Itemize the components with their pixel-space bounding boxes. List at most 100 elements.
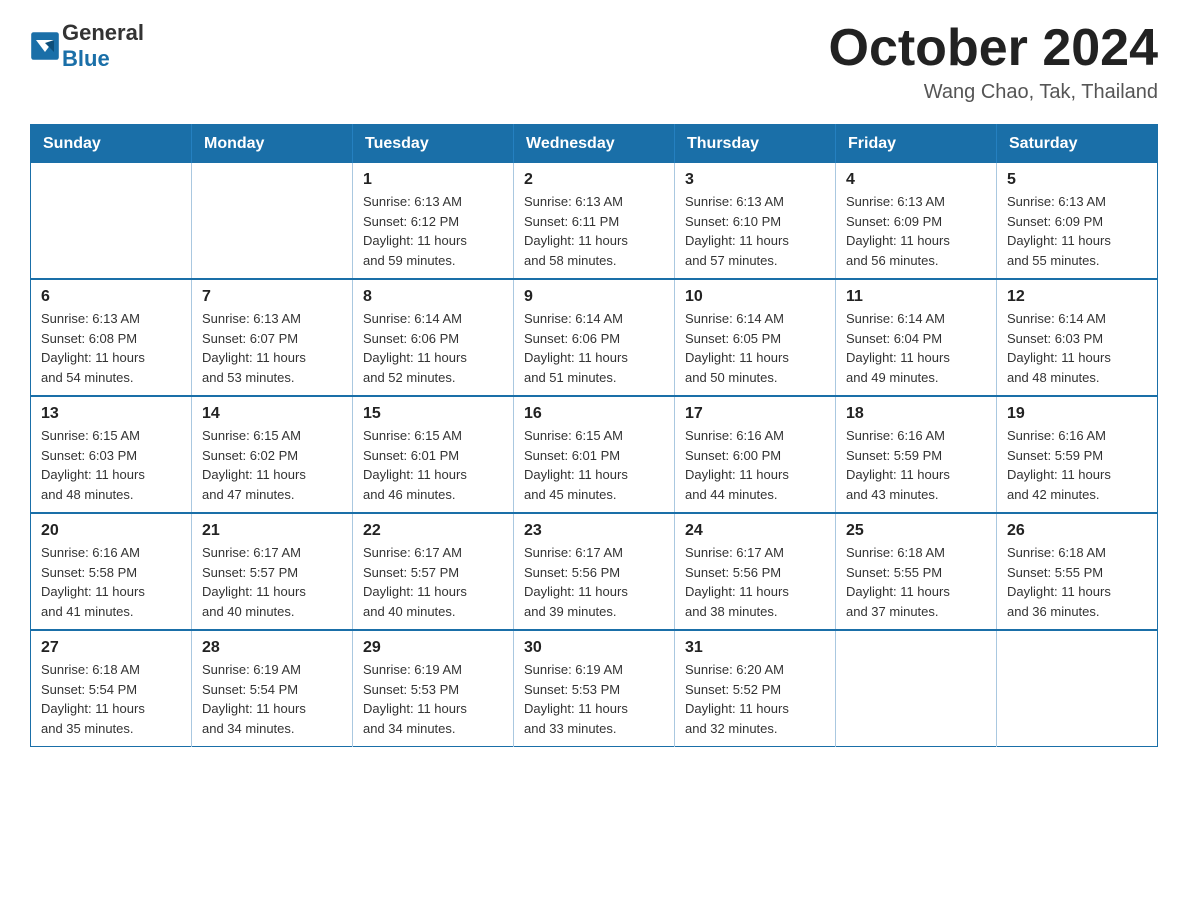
calendar-cell: 11 Sunrise: 6:14 AM Sunset: 6:04 PM Dayli… <box>836 279 997 396</box>
day-info: Sunrise: 6:15 AM Sunset: 6:01 PM Dayligh… <box>524 426 664 504</box>
day-info: Sunrise: 6:13 AM Sunset: 6:09 PM Dayligh… <box>846 192 986 270</box>
calendar-cell: 25 Sunrise: 6:18 AM Sunset: 5:55 PM Dayli… <box>836 513 997 630</box>
day-number: 4 <box>846 171 986 189</box>
day-info: Sunrise: 6:13 AM Sunset: 6:11 PM Dayligh… <box>524 192 664 270</box>
day-info: Sunrise: 6:13 AM Sunset: 6:09 PM Dayligh… <box>1007 192 1147 270</box>
day-info: Sunrise: 6:16 AM Sunset: 5:59 PM Dayligh… <box>846 426 986 504</box>
location: Wang Chao, Tak, Thailand <box>829 81 1159 104</box>
day-number: 17 <box>685 405 825 423</box>
day-number: 14 <box>202 405 342 423</box>
calendar-cell: 18 Sunrise: 6:16 AM Sunset: 5:59 PM Dayli… <box>836 396 997 513</box>
logo-line1: General <box>62 20 144 46</box>
day-info: Sunrise: 6:13 AM Sunset: 6:12 PM Dayligh… <box>363 192 503 270</box>
day-info: Sunrise: 6:14 AM Sunset: 6:06 PM Dayligh… <box>524 309 664 387</box>
calendar-cell: 26 Sunrise: 6:18 AM Sunset: 5:55 PM Dayli… <box>997 513 1158 630</box>
day-number: 30 <box>524 639 664 657</box>
title-section: October 2024 Wang Chao, Tak, Thailand <box>829 20 1159 104</box>
calendar-cell <box>31 163 192 279</box>
calendar-cell: 3 Sunrise: 6:13 AM Sunset: 6:10 PM Daylig… <box>675 163 836 279</box>
calendar-cell: 19Sunrise: 6:16 AM Sunset: 5:59 PM Dayli… <box>997 396 1158 513</box>
calendar-cell: 9 Sunrise: 6:14 AM Sunset: 6:06 PM Daylig… <box>514 279 675 396</box>
day-info: Sunrise: 6:16 AM Sunset: 5:58 PM Dayligh… <box>41 543 181 621</box>
logo-icon <box>30 31 60 61</box>
day-number: 1 <box>363 171 503 189</box>
day-info: Sunrise: 6:15 AM Sunset: 6:03 PM Dayligh… <box>41 426 181 504</box>
day-number: 6 <box>41 288 181 306</box>
calendar-cell: 7Sunrise: 6:13 AM Sunset: 6:07 PM Daylig… <box>192 279 353 396</box>
logo: General Blue <box>30 20 144 72</box>
calendar-cell: 13 Sunrise: 6:15 AM Sunset: 6:03 PM Dayli… <box>31 396 192 513</box>
calendar-cell: 14 Sunrise: 6:15 AM Sunset: 6:02 PM Dayli… <box>192 396 353 513</box>
calendar-cell <box>836 630 997 747</box>
day-number: 18 <box>846 405 986 423</box>
calendar-cell: 28Sunrise: 6:19 AM Sunset: 5:54 PM Dayli… <box>192 630 353 747</box>
weekday-header-wednesday: Wednesday <box>514 125 675 164</box>
weekday-header-monday: Monday <box>192 125 353 164</box>
calendar-cell: 4 Sunrise: 6:13 AM Sunset: 6:09 PM Daylig… <box>836 163 997 279</box>
day-number: 2 <box>524 171 664 189</box>
day-number: 9 <box>524 288 664 306</box>
day-number: 13 <box>41 405 181 423</box>
day-info: Sunrise: 6:16 AM Sunset: 5:59 PM Dayligh… <box>1007 426 1147 504</box>
day-number: 21 <box>202 522 342 540</box>
day-info: Sunrise: 6:19 AM Sunset: 5:54 PM Dayligh… <box>202 660 342 738</box>
day-number: 22 <box>363 522 503 540</box>
day-info: Sunrise: 6:13 AM Sunset: 6:10 PM Dayligh… <box>685 192 825 270</box>
calendar-cell: 23Sunrise: 6:17 AM Sunset: 5:56 PM Dayli… <box>514 513 675 630</box>
calendar-cell: 6 Sunrise: 6:13 AM Sunset: 6:08 PM Daylig… <box>31 279 192 396</box>
day-info: Sunrise: 6:14 AM Sunset: 6:04 PM Dayligh… <box>846 309 986 387</box>
day-info: Sunrise: 6:17 AM Sunset: 5:57 PM Dayligh… <box>202 543 342 621</box>
calendar-week-4: 20 Sunrise: 6:16 AM Sunset: 5:58 PM Dayli… <box>31 513 1158 630</box>
day-number: 25 <box>846 522 986 540</box>
day-number: 11 <box>846 288 986 306</box>
calendar-cell: 30 Sunrise: 6:19 AM Sunset: 5:53 PM Dayli… <box>514 630 675 747</box>
weekday-header-thursday: Thursday <box>675 125 836 164</box>
day-info: Sunrise: 6:18 AM Sunset: 5:54 PM Dayligh… <box>41 660 181 738</box>
month-title: October 2024 <box>829 20 1159 77</box>
day-info: Sunrise: 6:13 AM Sunset: 6:07 PM Dayligh… <box>202 309 342 387</box>
day-info: Sunrise: 6:13 AM Sunset: 6:08 PM Dayligh… <box>41 309 181 387</box>
calendar-week-1: 1 Sunrise: 6:13 AM Sunset: 6:12 PM Daylig… <box>31 163 1158 279</box>
day-info: Sunrise: 6:20 AM Sunset: 5:52 PM Dayligh… <box>685 660 825 738</box>
calendar-week-3: 13 Sunrise: 6:15 AM Sunset: 6:03 PM Dayli… <box>31 396 1158 513</box>
calendar-cell: 5 Sunrise: 6:13 AM Sunset: 6:09 PM Daylig… <box>997 163 1158 279</box>
day-number: 3 <box>685 171 825 189</box>
logo-line2: Blue <box>62 46 144 72</box>
day-number: 12 <box>1007 288 1147 306</box>
day-info: Sunrise: 6:14 AM Sunset: 6:03 PM Dayligh… <box>1007 309 1147 387</box>
calendar-cell: 27 Sunrise: 6:18 AM Sunset: 5:54 PM Dayli… <box>31 630 192 747</box>
weekday-header-saturday: Saturday <box>997 125 1158 164</box>
calendar-cell <box>192 163 353 279</box>
day-number: 31 <box>685 639 825 657</box>
day-info: Sunrise: 6:17 AM Sunset: 5:56 PM Dayligh… <box>685 543 825 621</box>
day-number: 27 <box>41 639 181 657</box>
calendar-cell: 20 Sunrise: 6:16 AM Sunset: 5:58 PM Dayli… <box>31 513 192 630</box>
day-number: 23 <box>524 522 664 540</box>
calendar-cell: 15Sunrise: 6:15 AM Sunset: 6:01 PM Dayli… <box>353 396 514 513</box>
calendar-cell: 16Sunrise: 6:15 AM Sunset: 6:01 PM Dayli… <box>514 396 675 513</box>
weekday-header-tuesday: Tuesday <box>353 125 514 164</box>
calendar-cell: 8Sunrise: 6:14 AM Sunset: 6:06 PM Daylig… <box>353 279 514 396</box>
calendar-table: SundayMondayTuesdayWednesdayThursdayFrid… <box>30 124 1158 747</box>
day-number: 20 <box>41 522 181 540</box>
page-header: General Blue October 2024 Wang Chao, Tak… <box>30 20 1158 104</box>
weekday-header-sunday: Sunday <box>31 125 192 164</box>
day-number: 15 <box>363 405 503 423</box>
calendar-week-2: 6 Sunrise: 6:13 AM Sunset: 6:08 PM Daylig… <box>31 279 1158 396</box>
day-info: Sunrise: 6:14 AM Sunset: 6:06 PM Dayligh… <box>363 309 503 387</box>
weekday-header-row: SundayMondayTuesdayWednesdayThursdayFrid… <box>31 125 1158 164</box>
calendar-cell: 12 Sunrise: 6:14 AM Sunset: 6:03 PM Dayli… <box>997 279 1158 396</box>
calendar-cell: 24 Sunrise: 6:17 AM Sunset: 5:56 PM Dayli… <box>675 513 836 630</box>
calendar-cell: 22Sunrise: 6:17 AM Sunset: 5:57 PM Dayli… <box>353 513 514 630</box>
day-info: Sunrise: 6:19 AM Sunset: 5:53 PM Dayligh… <box>363 660 503 738</box>
day-info: Sunrise: 6:19 AM Sunset: 5:53 PM Dayligh… <box>524 660 664 738</box>
day-number: 24 <box>685 522 825 540</box>
calendar-cell: 10Sunrise: 6:14 AM Sunset: 6:05 PM Dayli… <box>675 279 836 396</box>
day-number: 5 <box>1007 171 1147 189</box>
day-number: 26 <box>1007 522 1147 540</box>
calendar-cell: 17Sunrise: 6:16 AM Sunset: 6:00 PM Dayli… <box>675 396 836 513</box>
day-info: Sunrise: 6:15 AM Sunset: 6:02 PM Dayligh… <box>202 426 342 504</box>
day-info: Sunrise: 6:18 AM Sunset: 5:55 PM Dayligh… <box>846 543 986 621</box>
day-number: 10 <box>685 288 825 306</box>
day-info: Sunrise: 6:18 AM Sunset: 5:55 PM Dayligh… <box>1007 543 1147 621</box>
